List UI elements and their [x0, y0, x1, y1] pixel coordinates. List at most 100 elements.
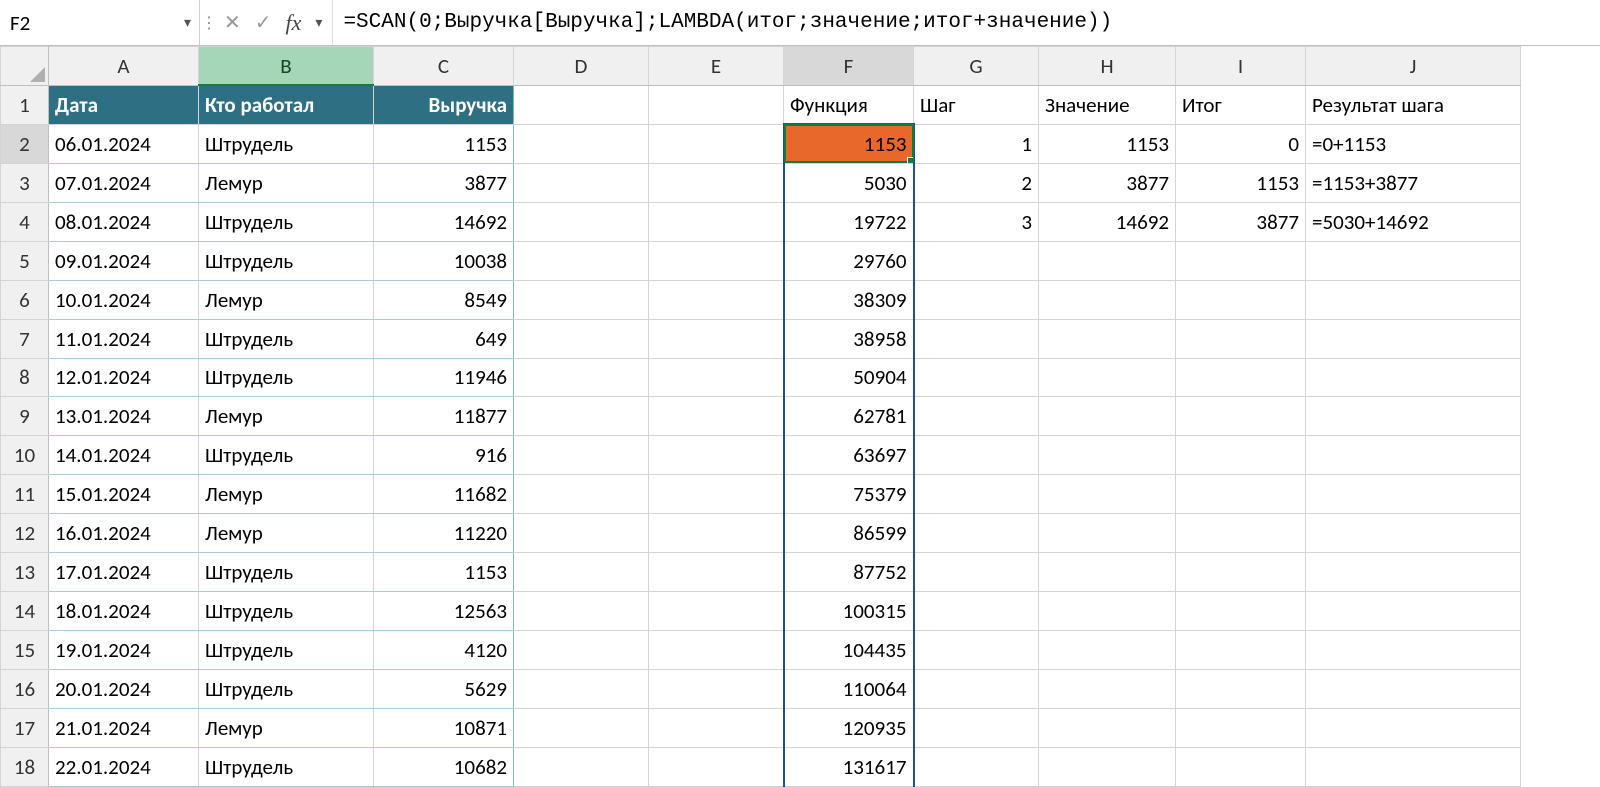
cell-E3[interactable]: [649, 163, 784, 202]
cell-D6[interactable]: [514, 280, 649, 319]
cell-J10[interactable]: [1306, 436, 1521, 475]
row-header-12[interactable]: 12: [1, 514, 49, 553]
cell-J8[interactable]: [1306, 358, 1521, 397]
cell-F5[interactable]: 29760: [784, 241, 914, 280]
cell-F6[interactable]: 38309: [784, 280, 914, 319]
cell-I3[interactable]: 1153: [1176, 163, 1306, 202]
cell-H2[interactable]: 1153: [1039, 124, 1176, 163]
cell-C11[interactable]: 11682: [374, 475, 514, 514]
cell-J5[interactable]: [1306, 241, 1521, 280]
cell-I14[interactable]: [1176, 592, 1306, 631]
cell-H18[interactable]: [1039, 747, 1176, 786]
cell-J9[interactable]: [1306, 397, 1521, 436]
cell-A15[interactable]: 19.01.2024: [49, 631, 199, 670]
column-header-A[interactable]: A: [49, 47, 199, 86]
column-header-B[interactable]: B: [199, 47, 374, 86]
cell-B1[interactable]: Кто работал: [199, 85, 374, 124]
cell-H7[interactable]: [1039, 319, 1176, 358]
cell-G10[interactable]: [914, 436, 1039, 475]
chevron-down-icon[interactable]: ▾: [315, 16, 322, 30]
cell-F2[interactable]: 1153: [784, 124, 914, 163]
cell-J17[interactable]: [1306, 708, 1521, 747]
cell-A8[interactable]: 12.01.2024: [49, 358, 199, 397]
cell-C6[interactable]: 8549: [374, 280, 514, 319]
cell-B14[interactable]: Штрудель: [199, 592, 374, 631]
cell-D14[interactable]: [514, 592, 649, 631]
cell-A6[interactable]: 10.01.2024: [49, 280, 199, 319]
cell-A13[interactable]: 17.01.2024: [49, 553, 199, 592]
cell-G9[interactable]: [914, 397, 1039, 436]
cell-F8[interactable]: 50904: [784, 358, 914, 397]
cell-G8[interactable]: [914, 358, 1039, 397]
cell-B13[interactable]: Штрудель: [199, 553, 374, 592]
cell-G16[interactable]: [914, 670, 1039, 709]
cell-G13[interactable]: [914, 553, 1039, 592]
cell-C13[interactable]: 1153: [374, 553, 514, 592]
cell-I11[interactable]: [1176, 475, 1306, 514]
cell-H12[interactable]: [1039, 514, 1176, 553]
cell-C15[interactable]: 4120: [374, 631, 514, 670]
cell-B5[interactable]: Штрудель: [199, 241, 374, 280]
cell-I5[interactable]: [1176, 241, 1306, 280]
cell-J18[interactable]: [1306, 747, 1521, 786]
row-header-8[interactable]: 8: [1, 358, 49, 397]
row-header-1[interactable]: 1: [1, 85, 49, 124]
cell-E8[interactable]: [649, 358, 784, 397]
cell-C14[interactable]: 12563: [374, 592, 514, 631]
cell-E15[interactable]: [649, 631, 784, 670]
cell-D17[interactable]: [514, 708, 649, 747]
cell-C7[interactable]: 649: [374, 319, 514, 358]
cell-E7[interactable]: [649, 319, 784, 358]
cell-G15[interactable]: [914, 631, 1039, 670]
cell-C3[interactable]: 3877: [374, 163, 514, 202]
cell-G17[interactable]: [914, 708, 1039, 747]
cell-E4[interactable]: [649, 202, 784, 241]
row-header-13[interactable]: 13: [1, 553, 49, 592]
cell-J15[interactable]: [1306, 631, 1521, 670]
cell-F16[interactable]: 110064: [784, 670, 914, 709]
cell-F4[interactable]: 19722: [784, 202, 914, 241]
cell-E18[interactable]: [649, 747, 784, 786]
cell-D1[interactable]: [514, 85, 649, 124]
cell-E13[interactable]: [649, 553, 784, 592]
cell-D2[interactable]: [514, 124, 649, 163]
cell-H16[interactable]: [1039, 670, 1176, 709]
cell-J6[interactable]: [1306, 280, 1521, 319]
row-header-3[interactable]: 3: [1, 163, 49, 202]
column-header-H[interactable]: H: [1039, 47, 1176, 86]
cell-H13[interactable]: [1039, 553, 1176, 592]
formula-input[interactable]: [333, 0, 1600, 45]
row-header-11[interactable]: 11: [1, 475, 49, 514]
cell-F17[interactable]: 120935: [784, 708, 914, 747]
cell-D3[interactable]: [514, 163, 649, 202]
cell-I8[interactable]: [1176, 358, 1306, 397]
column-header-D[interactable]: D: [514, 47, 649, 86]
cell-B17[interactable]: Лемур: [199, 708, 374, 747]
cell-C17[interactable]: 10871: [374, 708, 514, 747]
cell-C5[interactable]: 10038: [374, 241, 514, 280]
cell-I12[interactable]: [1176, 514, 1306, 553]
row-header-16[interactable]: 16: [1, 670, 49, 709]
cell-B7[interactable]: Штрудель: [199, 319, 374, 358]
cell-D12[interactable]: [514, 514, 649, 553]
cell-C8[interactable]: 11946: [374, 358, 514, 397]
cell-B9[interactable]: Лемур: [199, 397, 374, 436]
row-header-7[interactable]: 7: [1, 319, 49, 358]
cell-A16[interactable]: 20.01.2024: [49, 670, 199, 709]
spreadsheet-grid[interactable]: ABCDEFGHIJ1ДатаКто работалВыручкаФункция…: [0, 46, 1600, 787]
cell-F13[interactable]: 87752: [784, 553, 914, 592]
cell-E6[interactable]: [649, 280, 784, 319]
cell-G18[interactable]: [914, 747, 1039, 786]
cell-D4[interactable]: [514, 202, 649, 241]
cell-I7[interactable]: [1176, 319, 1306, 358]
cell-C18[interactable]: 10682: [374, 747, 514, 786]
cell-C2[interactable]: 1153: [374, 124, 514, 163]
cell-A10[interactable]: 14.01.2024: [49, 436, 199, 475]
cell-A2[interactable]: 06.01.2024: [49, 124, 199, 163]
cell-H1[interactable]: Значение: [1039, 85, 1176, 124]
cell-G6[interactable]: [914, 280, 1039, 319]
cell-H15[interactable]: [1039, 631, 1176, 670]
cell-D16[interactable]: [514, 670, 649, 709]
column-header-C[interactable]: C: [374, 47, 514, 86]
cell-F10[interactable]: 63697: [784, 436, 914, 475]
